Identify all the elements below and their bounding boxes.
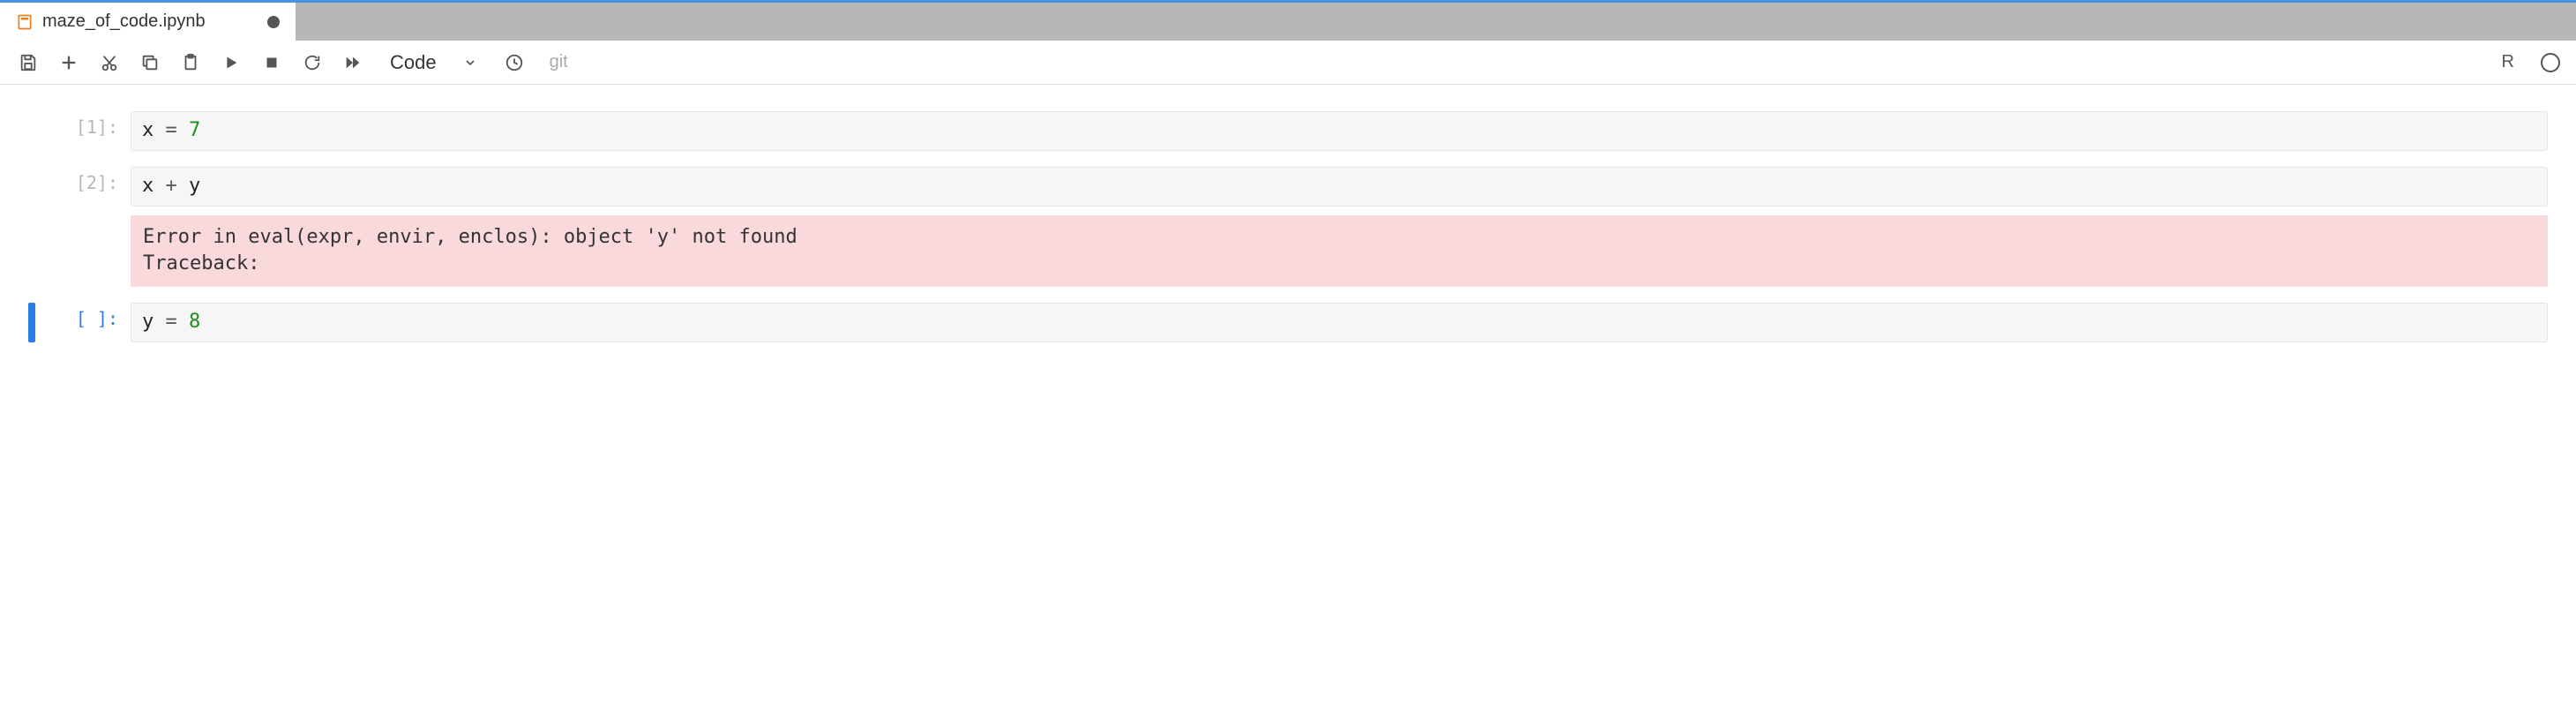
interrupt-button[interactable] xyxy=(259,50,284,75)
code-cell[interactable]: [2]:x + y xyxy=(0,167,2576,207)
cell-type-label: Code xyxy=(390,51,437,74)
kernel-status-icon[interactable] xyxy=(2541,53,2560,72)
error-output: Error in eval(expr, envir, enclos): obje… xyxy=(131,215,2548,288)
cell-prompt: [ ]: xyxy=(35,303,131,329)
notebook-icon xyxy=(16,13,34,31)
cell-prompt: [2]: xyxy=(35,167,131,193)
code-cell[interactable]: [ ]:y = 8 xyxy=(0,303,2576,342)
cell-output-row: Error in eval(expr, envir, enclos): obje… xyxy=(0,215,2576,288)
code-input[interactable]: y = 8 xyxy=(131,303,2548,342)
tab-bar: maze_of_code.ipynb xyxy=(0,0,2576,41)
chevron-down-icon xyxy=(463,56,477,70)
run-button[interactable] xyxy=(219,50,243,75)
notebook-body: [1]:x = 7[2]:x + yError in eval(expr, en… xyxy=(0,85,2576,342)
cell-type-select[interactable]: Code xyxy=(381,51,486,74)
cut-button[interactable] xyxy=(97,50,122,75)
copy-button[interactable] xyxy=(138,50,162,75)
code-input[interactable]: x = 7 xyxy=(131,111,2548,151)
save-button[interactable] xyxy=(16,50,41,75)
kernel-name[interactable]: R xyxy=(2502,52,2514,72)
paste-button[interactable] xyxy=(178,50,203,75)
cell-prompt: [1]: xyxy=(35,111,131,138)
run-all-button[interactable] xyxy=(341,50,365,75)
insert-cell-button[interactable] xyxy=(56,50,81,75)
git-label[interactable]: git xyxy=(550,52,568,72)
code-input[interactable]: x + y xyxy=(131,167,2548,207)
unsaved-indicator-icon xyxy=(267,16,280,28)
restart-button[interactable] xyxy=(300,50,325,75)
code-cell[interactable]: [1]:x = 7 xyxy=(0,111,2576,151)
command-history-button[interactable] xyxy=(502,50,527,75)
file-tab[interactable]: maze_of_code.ipynb xyxy=(0,3,296,41)
tab-filename: maze_of_code.ipynb xyxy=(42,11,206,32)
notebook-toolbar: Code git R xyxy=(0,41,2576,85)
active-cell-indicator xyxy=(28,303,35,342)
